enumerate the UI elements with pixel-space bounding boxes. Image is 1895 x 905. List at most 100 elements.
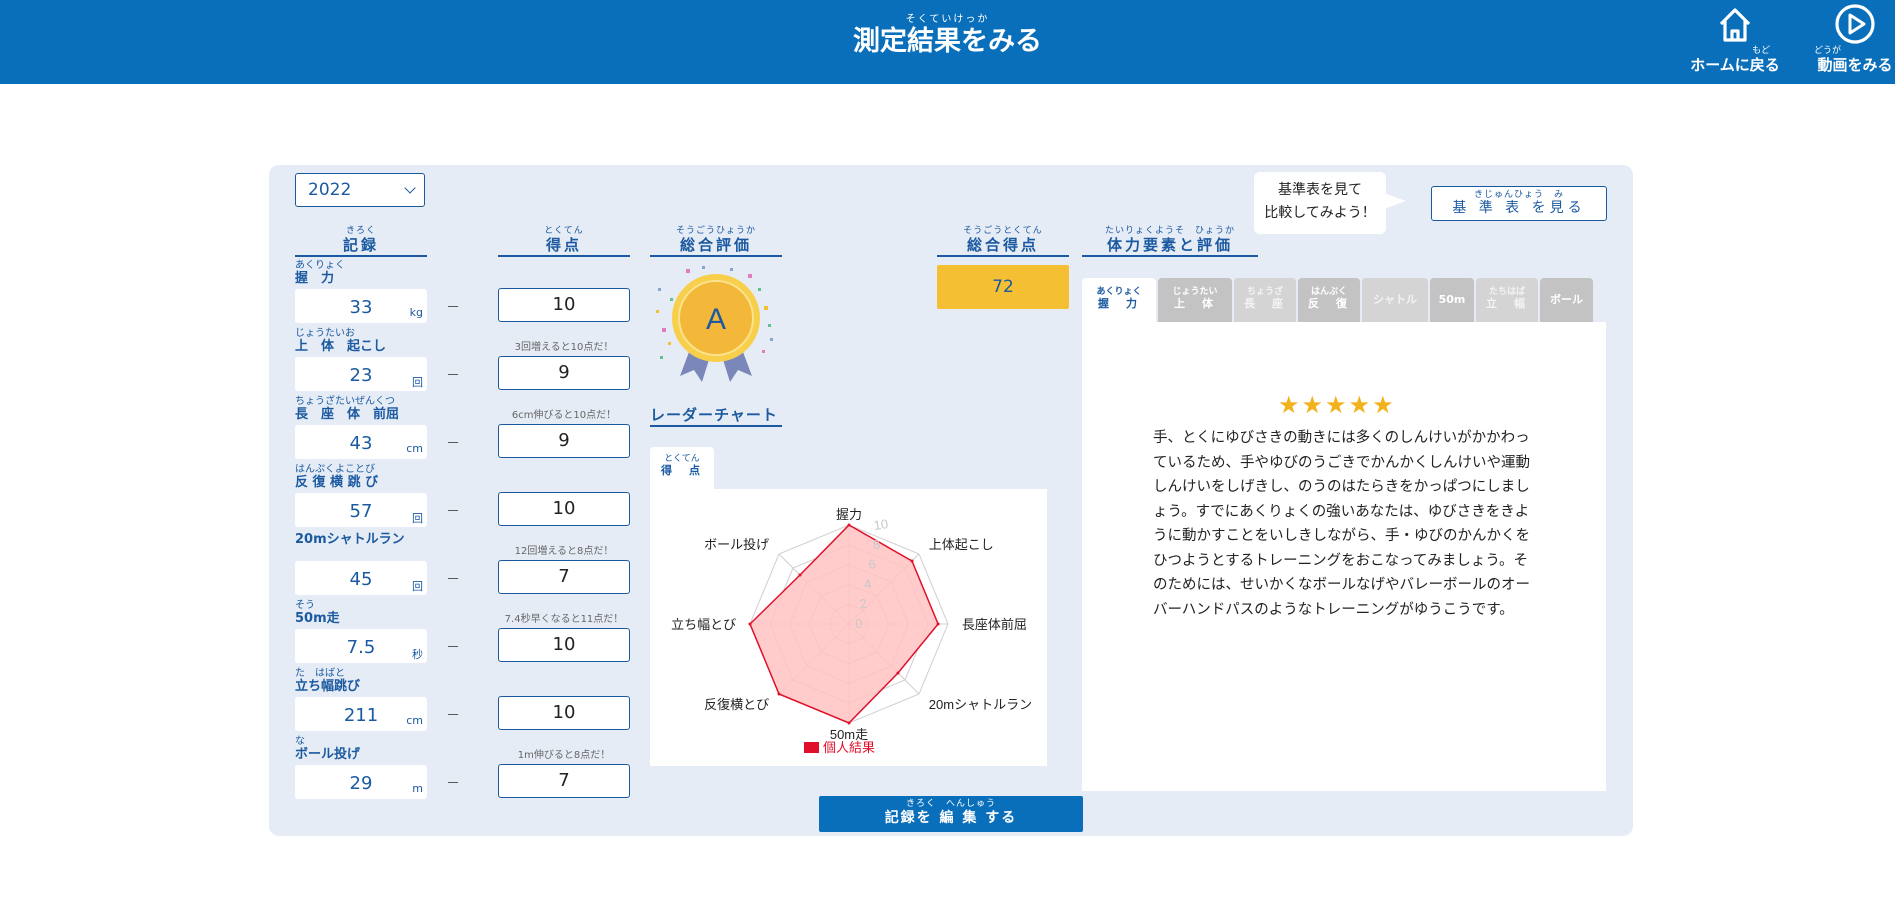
tab-label: 握 力 xyxy=(1098,297,1140,310)
home-ruby: もど xyxy=(1752,46,1770,56)
home-button[interactable]: もど ホームに戻る xyxy=(1680,2,1790,74)
standard-table-button[interactable]: きじゅんひょう み 基 準 表 を見る xyxy=(1431,186,1607,221)
record-header-underline xyxy=(295,255,427,257)
radar-chart-box: 0 2 4 6 8 10 握力 上体起こし 長座体前屈 20mシャトルラン 50m走 反復横とび 立ち幅… xyxy=(650,489,1047,766)
edit-record-button[interactable]: きろく へんしゅう 記録を 編 集 する xyxy=(819,796,1083,832)
home-icon xyxy=(1719,8,1751,42)
radar-tick-label: 8 xyxy=(872,536,881,552)
score-value: 10 xyxy=(552,498,576,519)
page-title: そくていけっか 測定結果をみる xyxy=(0,14,1895,58)
kijun-ruby: きじゅんひょう み xyxy=(1473,190,1564,200)
radar-header: レーダーチャート xyxy=(650,407,782,427)
radar-chart: 0246810握力上体起こし長座体前屈20mシャトルラン50m走反復横とび立ち幅… xyxy=(671,507,1032,755)
record-value-field[interactable]: 29 m xyxy=(295,765,427,799)
tab-label: 上 体 xyxy=(1174,297,1216,310)
record-header: きろく 記録 xyxy=(295,226,427,257)
radar-axis-label: 握力 xyxy=(836,507,862,522)
medal-grade: A xyxy=(706,303,726,336)
record-value: 29 xyxy=(349,773,373,794)
record-value: 57 xyxy=(349,501,373,522)
record-label: ちょうざたいぜんくつ長 座 体 前屈 xyxy=(295,396,399,422)
row-dash: － xyxy=(446,776,460,792)
callout-line1: 基準表を見て xyxy=(1278,182,1362,198)
score-hint: 1m伸びると8点だ！ xyxy=(517,750,611,761)
home-label: ホームに戻る xyxy=(1690,56,1780,74)
score-box: 10 xyxy=(498,492,630,526)
record-label: た はばと 立ち幅跳び xyxy=(295,668,360,694)
radar-point xyxy=(936,622,940,626)
row-dash: － xyxy=(446,708,460,724)
element-tab-1[interactable]: じょうたい上 体 xyxy=(1158,278,1232,322)
record-label-text: 立ち幅跳び xyxy=(295,679,361,694)
title-ruby: そくていけっか xyxy=(905,14,990,25)
record-label-text: 長 座 体 前屈 xyxy=(295,407,400,422)
score-hint: 7.4秒早くなると11点だ！ xyxy=(504,614,624,625)
radar-tab-score[interactable]: とくてん 得 点 xyxy=(650,447,714,489)
record-value-field[interactable]: 57 回 xyxy=(295,493,427,527)
element-tab-2[interactable]: ちょうざ長 座 xyxy=(1234,278,1296,322)
record-value-field[interactable]: 45 回 xyxy=(295,561,427,595)
title-text: 測定結果をみる xyxy=(853,26,1042,57)
score-box: 7 xyxy=(498,560,630,594)
video-button[interactable]: どうが 動画をみる xyxy=(1800,2,1895,74)
record-value-field[interactable]: 43 cm xyxy=(295,425,427,459)
record-label-ruby: た はばと xyxy=(295,668,345,679)
score-header-underline xyxy=(498,255,630,257)
radar-point xyxy=(910,559,914,563)
radar-point xyxy=(896,671,900,675)
total-header: そうごうとくてん 総合得点 xyxy=(937,226,1069,257)
element-header-underline xyxy=(1082,255,1258,257)
tab-label: 立 幅 xyxy=(1486,297,1528,310)
score-hint: 6cm伸びると10点だ！ xyxy=(511,410,617,421)
radar-point xyxy=(847,523,851,527)
compare-callout: 基準表を見て 比較してみよう！ xyxy=(1254,172,1386,234)
callout-tip xyxy=(1384,193,1406,209)
element-tab-3[interactable]: はんぷく反 復 xyxy=(1298,278,1360,322)
video-ruby: どうが xyxy=(1814,46,1842,56)
record-value-field[interactable]: 33 kg xyxy=(295,289,427,323)
record-label-ruby: あくりょく xyxy=(295,260,345,271)
record-value-field[interactable]: 7.5 秒 xyxy=(295,629,427,663)
chevron-down-icon xyxy=(404,182,416,194)
element-header: たいりょくようそ ひょうか 体力要素と評価 xyxy=(1082,226,1258,257)
edit-ruby: きろく へんしゅう xyxy=(905,799,996,809)
total-score: 72 xyxy=(937,265,1069,309)
overall-header-underline xyxy=(650,255,782,257)
record-unit: cm xyxy=(406,714,423,727)
element-tab-7[interactable]: ボール xyxy=(1540,278,1593,322)
tab-label: シャトル xyxy=(1373,293,1417,306)
score-box: 9 xyxy=(498,356,630,390)
score-header-text: 得点 xyxy=(545,236,582,254)
record-label: あくりょく握 力 xyxy=(295,260,345,286)
video-label: 動画をみる xyxy=(1817,56,1893,74)
record-label-text: 反 復 横 跳 び xyxy=(295,475,379,490)
record-value-field[interactable]: 23 回 xyxy=(295,357,427,391)
tab-label: 反 復 xyxy=(1308,297,1350,310)
record-label-text: ボール投げ xyxy=(295,747,361,762)
rating-stars: ★★★★★ xyxy=(1278,391,1396,419)
element-tab-5[interactable]: 50m xyxy=(1430,278,1474,322)
radar-tab-label: 得 点 xyxy=(661,464,703,477)
element-header-text: 体力要素と評価 xyxy=(1106,236,1233,254)
radar-tick-label: 10 xyxy=(873,516,889,533)
row-dash: － xyxy=(446,640,460,656)
year-select[interactable]: 2022 xyxy=(295,173,425,207)
element-tab-6[interactable]: たちはば立 幅 xyxy=(1476,278,1538,322)
record-label-ruby: ちょうざたいぜんくつ xyxy=(295,396,395,407)
overall-header-text: 総合評価 xyxy=(679,236,752,254)
radar-point xyxy=(847,721,851,725)
element-tab-0[interactable]: あくりょく握 力 xyxy=(1082,278,1156,322)
play-icon xyxy=(1835,4,1875,44)
radar-legend-swatch xyxy=(804,742,819,753)
row-dash: － xyxy=(446,436,460,452)
medal-icon: A xyxy=(656,266,773,382)
record-unit: 回 xyxy=(412,512,423,525)
score-header: とくてん 得点 xyxy=(498,226,630,257)
record-value-field[interactable]: 211 cm xyxy=(295,697,427,731)
element-tab-4[interactable]: シャトル xyxy=(1362,278,1428,322)
overall-header: そうごうひょうか 総合評価 xyxy=(650,226,782,257)
tab-label: 長 座 xyxy=(1244,297,1286,310)
total-header-underline xyxy=(937,255,1069,257)
radar-axis-label: ボール投げ xyxy=(704,537,769,552)
record-label: なボール投げ xyxy=(295,736,360,762)
